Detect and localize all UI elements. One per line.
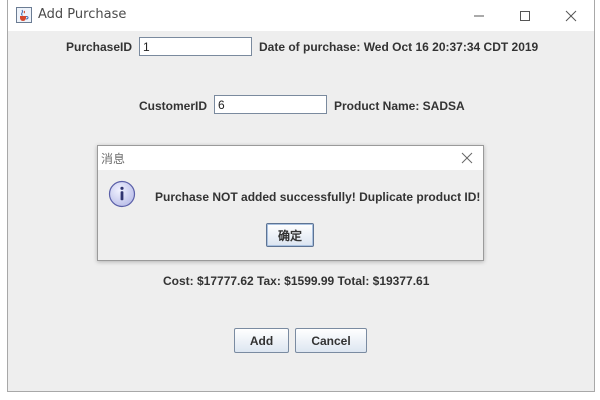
minimize-icon <box>474 15 484 16</box>
maximize-icon <box>520 10 530 21</box>
maximize-button[interactable] <box>502 0 548 31</box>
message-dialog: 消息 Purchase NOT added successfully! Dupl… <box>97 145 484 261</box>
product-name-text: Product Name: SADSA <box>334 99 465 113</box>
customer-id-label: CustomerID <box>139 99 208 113</box>
purchase-id-input[interactable] <box>139 37 252 56</box>
ok-button[interactable]: 确定 <box>266 223 314 247</box>
dialog-title: 消息 <box>101 152 126 166</box>
purchase-date-text: Date of purchase: Wed Oct 16 20:37:34 CD… <box>259 40 539 54</box>
cancel-button[interactable]: Cancel <box>295 328 367 353</box>
dialog-title-bar: 消息 <box>98 146 483 170</box>
totals-text: Cost: $17777.62 Tax: $1599.99 Total: $19… <box>163 274 430 288</box>
close-button[interactable] <box>548 0 594 31</box>
close-icon <box>565 10 577 21</box>
customer-id-input[interactable] <box>214 95 327 114</box>
title-bar: Add Purchase <box>8 0 594 31</box>
dialog-close-button[interactable] <box>451 146 483 170</box>
java-cup-icon <box>16 7 32 23</box>
dialog-message: Purchase NOT added successfully! Duplica… <box>155 190 481 204</box>
close-icon <box>461 152 473 164</box>
add-button[interactable]: Add <box>234 328 289 353</box>
window-title: Add Purchase <box>38 7 127 22</box>
minimize-button[interactable] <box>456 0 502 31</box>
info-icon <box>108 180 136 208</box>
purchase-id-label: PurchaseID <box>66 40 133 54</box>
